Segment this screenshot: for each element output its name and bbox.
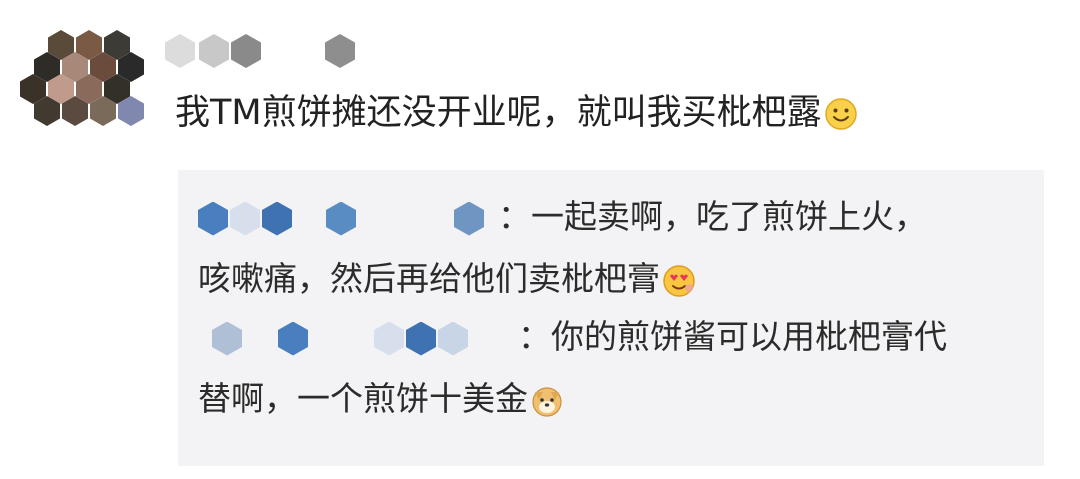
reply-line2: 咳嗽痛，然后再给他们卖枇杷膏	[198, 248, 1018, 310]
comment-body: 我TM煎饼摊还没开业呢，就叫我买枇杷露	[175, 93, 822, 133]
reply-username-mosaic[interactable]	[198, 199, 498, 239]
mosaic-pixel	[212, 321, 242, 356]
mosaic-pixel	[278, 321, 308, 356]
mosaic-pixel	[326, 201, 356, 236]
mosaic-pixel	[198, 201, 228, 236]
reply-text-line2: 替啊，一个煎饼十美金	[198, 379, 528, 418]
mosaic-pixel	[165, 34, 195, 68]
mosaic-pixel	[231, 34, 261, 68]
reply-item[interactable]: ：你的煎饼酱可以用枇杷膏代 替啊，一个煎饼十美金	[198, 306, 1018, 430]
reply-text-line1: ：你的煎饼酱可以用枇杷膏代	[518, 317, 947, 356]
avatar[interactable]	[20, 30, 152, 130]
smile-emoji-icon	[824, 98, 857, 130]
comment-text: 我TM煎饼摊还没开业呢，就叫我买枇杷露	[175, 88, 858, 138]
mosaic-pixel	[438, 321, 468, 356]
mosaic-pixel	[454, 201, 484, 236]
mosaic-pixel	[406, 321, 436, 356]
mosaic-pixel	[374, 321, 404, 356]
heart-eyes-emoji-icon	[663, 264, 695, 297]
doge-emoji-icon	[532, 386, 562, 417]
reply-text-line1: ：一起卖啊，吃了煎饼上火，	[498, 197, 927, 236]
reply-line2: 替啊，一个煎饼十美金	[198, 368, 1018, 430]
reply-item[interactable]: ：一起卖啊，吃了煎饼上火， 咳嗽痛，然后再给他们卖枇杷膏	[198, 186, 1018, 310]
reply-username-mosaic[interactable]	[198, 319, 518, 359]
username-mosaic[interactable]	[165, 32, 365, 68]
mosaic-pixel	[230, 201, 260, 236]
mosaic-pixel	[262, 201, 292, 236]
reply-text-line2: 咳嗽痛，然后再给他们卖枇杷膏	[198, 259, 660, 298]
mosaic-pixel	[199, 34, 229, 68]
mosaic-pixel	[325, 34, 355, 68]
